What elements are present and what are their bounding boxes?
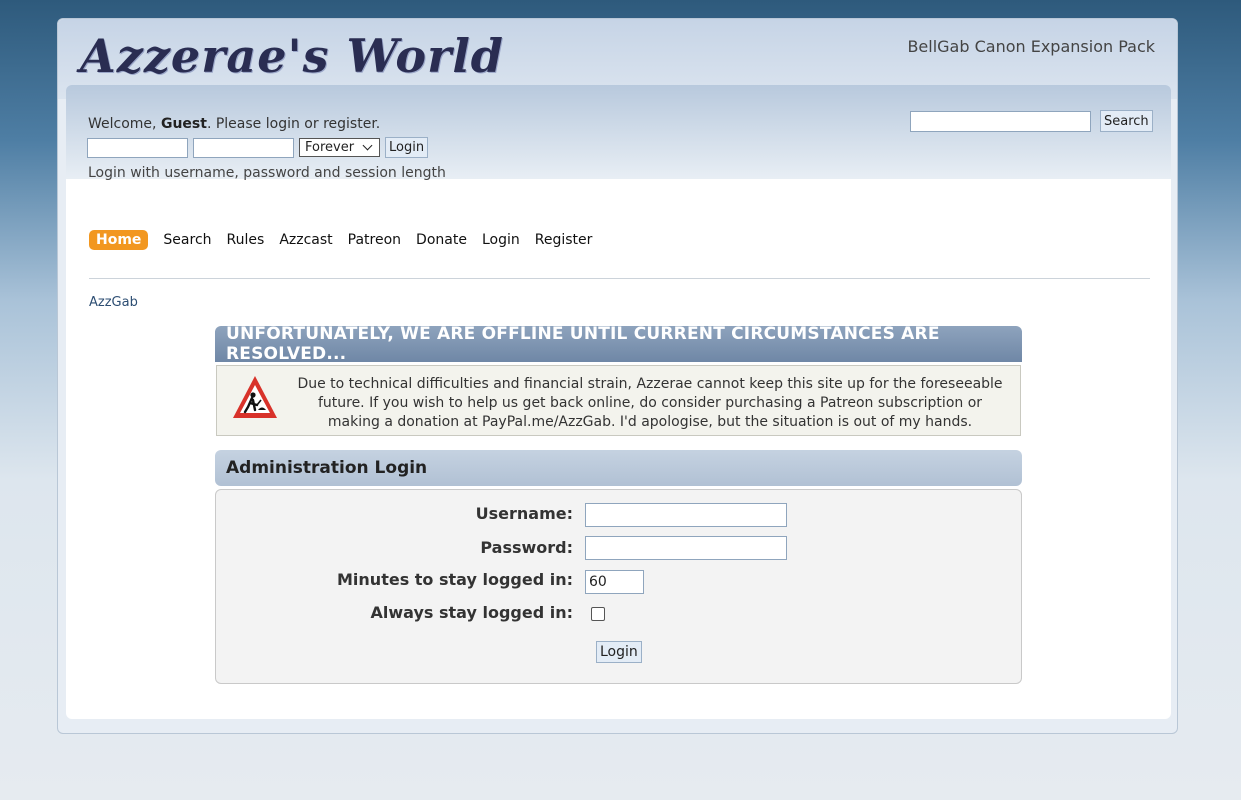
session-length-select[interactable]: Forever — [299, 138, 380, 157]
warning-sign-icon — [233, 376, 277, 418]
welcome-text: Welcome, Guest. Please login or register… — [88, 116, 380, 132]
menu-item-login[interactable]: Login — [482, 232, 520, 248]
menu-item-rules[interactable]: Rules — [227, 232, 265, 248]
menu-item-search[interactable]: Search — [163, 232, 211, 248]
login-hint: Login with username, password and sessio… — [88, 165, 446, 181]
quick-password-input[interactable] — [193, 137, 294, 158]
forum-wrapper: Azzerae's World BellGab Canon Expansion … — [57, 18, 1178, 734]
quick-username-input[interactable] — [87, 137, 188, 158]
main-menu: Home Search Rules Azzcast Patreon Donate… — [89, 230, 592, 250]
or-text: or — [299, 116, 324, 132]
always-logged-in-checkbox[interactable] — [591, 607, 605, 621]
offline-message: Due to technical difficulties and financ… — [297, 376, 1003, 430]
quick-login-form: Forever Login — [87, 137, 429, 158]
menu-item-azzcast[interactable]: Azzcast — [279, 232, 332, 248]
password-field[interactable] — [585, 536, 787, 560]
search-button[interactable]: Search — [1100, 110, 1153, 132]
menu-item-patreon[interactable]: Patreon — [348, 232, 401, 248]
admin-login-button[interactable]: Login — [596, 641, 642, 663]
menu-item-home[interactable]: Home — [89, 230, 149, 250]
site-logo[interactable]: Azzerae's World — [80, 29, 504, 83]
breadcrumb[interactable]: AzzGab — [89, 295, 138, 310]
session-length-value: Forever — [305, 140, 355, 155]
username-label: Username: — [475, 504, 573, 523]
offline-title-bar: UNFORTUNATELY, WE ARE OFFLINE UNTIL CURR… — [215, 324, 1022, 364]
offline-notice: Due to technical difficulties and financ… — [216, 365, 1021, 436]
always-label: Always stay logged in: — [370, 603, 573, 622]
admin-login-title: Administration Login — [226, 458, 428, 478]
period-text: . — [375, 116, 381, 132]
admin-login-title-bar: Administration Login — [215, 450, 1022, 486]
welcome-mid: . Please — [206, 116, 266, 132]
username-field[interactable] — [585, 503, 787, 527]
welcome-prefix: Welcome, — [88, 116, 161, 132]
offline-title: UNFORTUNATELY, WE ARE OFFLINE UNTIL CURR… — [226, 324, 940, 364]
minutes-value: 60 — [589, 574, 607, 590]
register-link[interactable]: register — [323, 116, 376, 132]
search-input[interactable] — [910, 110, 1091, 132]
menu-divider — [89, 278, 1150, 279]
minutes-field[interactable]: 60 — [585, 570, 644, 594]
search-form: Search — [910, 110, 1153, 132]
menu-item-donate[interactable]: Donate — [416, 232, 467, 248]
guest-name: Guest — [160, 116, 207, 132]
menu-item-register[interactable]: Register — [535, 232, 593, 248]
site-tagline: BellGab Canon Expansion Pack — [907, 37, 1155, 56]
login-link[interactable]: login — [266, 116, 300, 132]
password-label: Password: — [480, 538, 573, 557]
quick-login-button[interactable]: Login — [385, 137, 429, 158]
minutes-label: Minutes to stay logged in: — [337, 570, 573, 589]
admin-login-box: Username: Password: Minutes to stay logg… — [215, 489, 1022, 684]
chevron-down-icon — [362, 140, 373, 151]
